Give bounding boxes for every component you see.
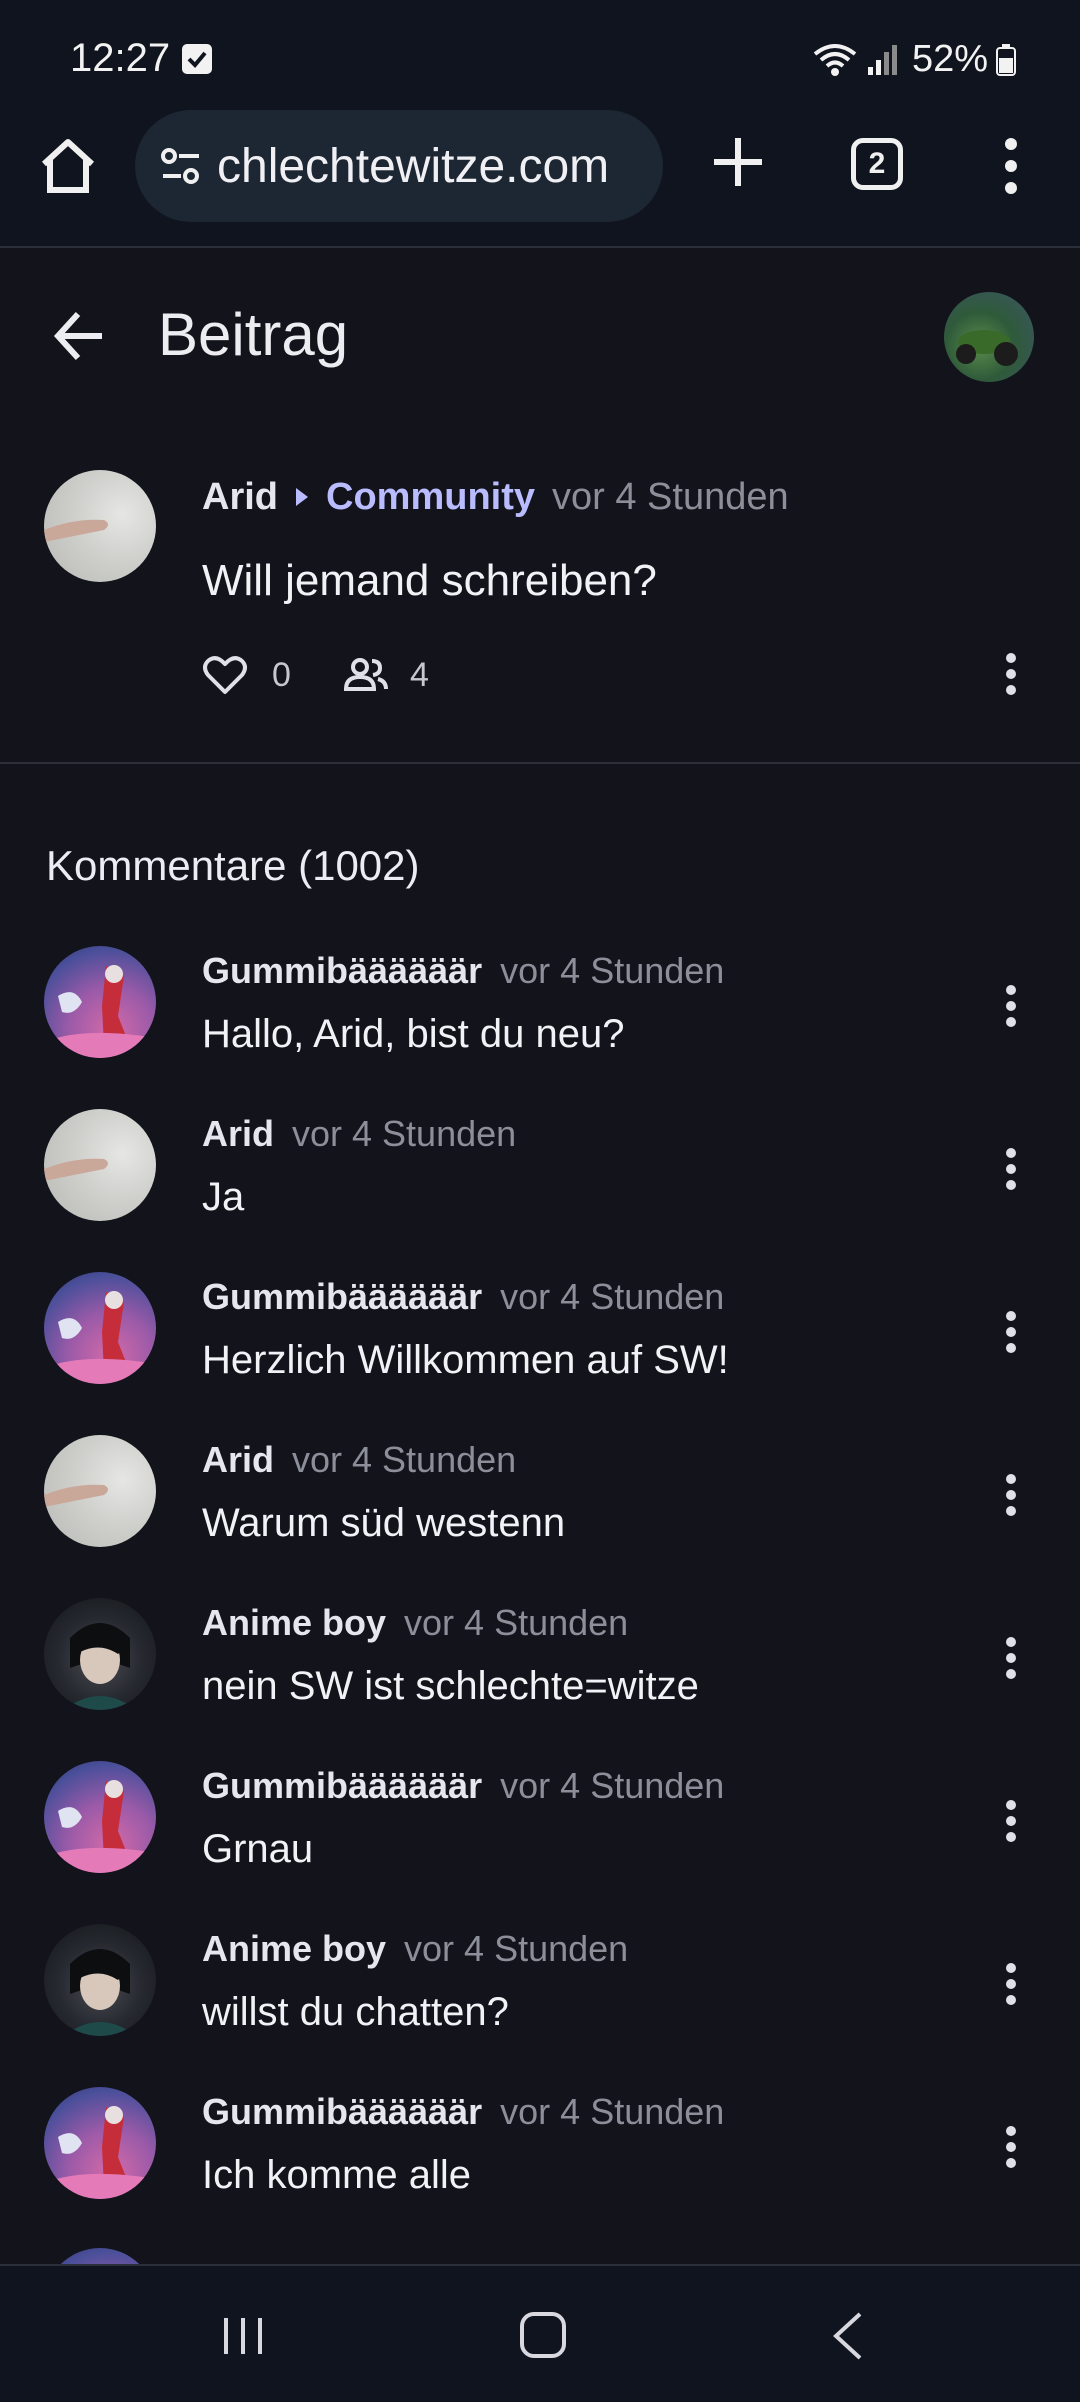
comment-time: vor 4 Stunden — [404, 1928, 629, 1969]
anime-avatar[interactable] — [44, 1598, 156, 1710]
comment-text: nein SW ist schlechte=witze — [202, 1664, 699, 1708]
comment-item: Anime boy vor 4 Stunden willst du chatten… — [0, 1924, 1080, 2087]
comment-text: willst du chatten? — [202, 1990, 509, 2034]
plus-icon[interactable] — [706, 130, 770, 194]
comment-text: Grnau — [202, 1827, 314, 1871]
status-indicators: 52% — [812, 38, 1016, 81]
section-divider — [0, 762, 1080, 764]
signal-icon — [867, 44, 897, 75]
back-button-icon[interactable] — [828, 2310, 868, 2362]
caret-right-icon — [296, 488, 308, 506]
comment-meta: Arid vor 4 Stunden — [202, 1439, 516, 1481]
comment-more-icon[interactable] — [1004, 984, 1018, 1028]
post-time: vor 4 Stunden — [552, 476, 789, 518]
comment-meta: Gummibäääääär vor 4 Stunden — [202, 950, 724, 992]
comment-meta: Anime boy vor 4 Stunden — [202, 1928, 628, 1970]
comment-text: Herzlich Willkommen auf SW! — [202, 1338, 729, 1382]
comment-item: Arid vor 4 Stunden Warum süd westenn — [0, 1435, 1080, 1598]
comment-text: Hallo, Arid, bist du neu? — [202, 1012, 625, 1056]
comment-avatar[interactable] — [44, 2248, 156, 2264]
post-author-avatar[interactable] — [44, 470, 156, 582]
gummi-avatar[interactable] — [44, 946, 156, 1058]
hand-avatar[interactable] — [44, 1109, 156, 1221]
comment-author[interactable]: Arid — [202, 1113, 274, 1154]
site-settings-icon[interactable] — [157, 142, 205, 190]
comment-more-icon[interactable] — [1004, 1962, 1018, 2006]
comment-time: vor 4 Stunden — [292, 1439, 517, 1480]
comment-text: Ja — [202, 1175, 245, 1219]
post-text: Will jemand schreiben? — [202, 556, 657, 605]
system-nav-bar — [0, 2264, 1080, 2402]
comment-text: Ich komme alle — [202, 2153, 471, 2197]
status-time: 12:27 — [70, 36, 171, 80]
comment-time: vor 4 Stunden — [404, 1602, 629, 1643]
comment-time: vor 4 Stunden — [500, 1276, 725, 1317]
kebab-menu-icon[interactable] — [995, 130, 1027, 202]
comment-time: vor 4 Stunden — [500, 950, 725, 991]
browser-toolbar: chlechtewitze.com 2 — [0, 110, 1080, 248]
post-author[interactable]: Arid — [202, 476, 278, 519]
tabs-button[interactable]: 2 — [851, 138, 903, 190]
comment-item: Gummibäääääär vor 4 Stunden Herzlich Will… — [0, 1272, 1080, 1435]
post-community-link[interactable]: Community — [326, 476, 535, 519]
comment-time: vor 4 Stunden — [500, 1765, 725, 1806]
comment-author[interactable]: Arid — [202, 1439, 274, 1480]
battery-icon — [996, 43, 1016, 76]
comment-item: Anime boy vor 4 Stunden nein SW ist schle… — [0, 1598, 1080, 1761]
comment-more-icon[interactable] — [1004, 1147, 1018, 1191]
address-bar[interactable]: chlechtewitze.com — [135, 110, 663, 222]
comment-author[interactable]: Gummibäääääär — [202, 1276, 482, 1317]
anime-avatar[interactable] — [44, 1924, 156, 2036]
gummi-avatar[interactable] — [44, 1272, 156, 1384]
wifi-icon — [813, 43, 857, 76]
comment-meta: Gummibäääääär vor 4 Stunden — [202, 1765, 724, 1807]
comment-more-icon[interactable] — [1004, 2125, 1018, 2169]
notification-check-icon — [182, 44, 212, 74]
comment-more-icon[interactable] — [1004, 1473, 1018, 1517]
comment-author[interactable]: Anime boy — [202, 1602, 386, 1643]
status-bar: 12:27 52% — [0, 0, 1080, 110]
participant-count: 4 — [410, 655, 429, 694]
comment-text: Warum süd westenn — [202, 1501, 566, 1545]
gummi-avatar[interactable] — [44, 2087, 156, 2199]
comment-item: Gummibäääääär vor 4 Stunden Ich komme all… — [0, 2087, 1080, 2250]
comments-heading: Kommentare (1002) — [46, 842, 420, 889]
participants-icon[interactable] — [342, 651, 390, 699]
tab-count: 2 — [868, 147, 886, 180]
home-button-icon[interactable] — [518, 2310, 568, 2360]
user-profile-avatar[interactable] — [944, 292, 1034, 382]
comment-item: Arid vor 4 Stunden Ja — [0, 1109, 1080, 1272]
comment-meta: Gummibäääääär vor 4 Stunden — [202, 1276, 724, 1318]
comment-author[interactable]: Anime boy — [202, 1928, 386, 1969]
comment-item: Gummibäääääär vor 4 Stunden Grnau — [0, 1761, 1080, 1924]
page-title: Beitrag — [158, 301, 349, 368]
comment-item: Gummibäääääär vor 4 Stunden Hallo, Arid, … — [0, 946, 1080, 1109]
comment-author[interactable]: Gummibäääääär — [202, 2091, 482, 2132]
url-text[interactable]: chlechtewitze.com — [217, 139, 609, 194]
comment-meta: Gummibäääääär vor 4 Stunden — [202, 2091, 724, 2133]
gummi-avatar[interactable] — [44, 1761, 156, 1873]
recent-apps-icon[interactable] — [218, 2314, 268, 2358]
comment-author[interactable]: Gummibäääääär — [202, 1765, 482, 1806]
hand-avatar[interactable] — [44, 1435, 156, 1547]
comment-meta: Arid vor 4 Stunden — [202, 1113, 516, 1155]
battery-percent: 52% — [911, 38, 988, 80]
comment-more-icon[interactable] — [1004, 1310, 1018, 1354]
comment-author[interactable]: Gummibäääääär — [202, 950, 482, 991]
comment-meta: Anime boy vor 4 Stunden — [202, 1602, 628, 1644]
comment-time: vor 4 Stunden — [500, 2091, 725, 2132]
comment-time: vor 4 Stunden — [292, 1113, 517, 1154]
post-actions: 0 4 — [202, 650, 429, 700]
post-more-icon[interactable] — [1004, 652, 1018, 696]
heart-icon[interactable] — [202, 652, 248, 698]
comment-more-icon[interactable] — [1004, 1799, 1018, 1843]
comment-item-partial — [0, 2248, 1080, 2264]
like-count: 0 — [272, 655, 291, 694]
back-arrow-icon[interactable] — [50, 306, 110, 366]
home-icon[interactable] — [36, 134, 100, 198]
comment-more-icon[interactable] — [1004, 1636, 1018, 1680]
